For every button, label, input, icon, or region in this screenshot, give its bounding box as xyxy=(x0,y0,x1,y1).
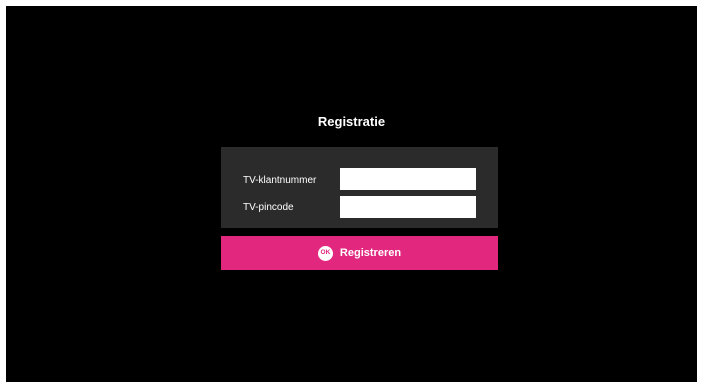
customer-number-label: TV-klantnummer xyxy=(243,175,317,186)
registration-form-panel: TV-klantnummer TV-pincode xyxy=(221,147,498,228)
pincode-label: TV-pincode xyxy=(243,202,294,213)
tv-screen: Registratie TV-klantnummer TV-pincode OK… xyxy=(6,6,697,382)
pincode-input[interactable] xyxy=(340,196,476,218)
register-button-label: Registreren xyxy=(339,247,402,259)
ok-key-icon: OK xyxy=(317,245,333,261)
customer-number-input[interactable] xyxy=(340,168,476,190)
register-button[interactable]: OK Registreren xyxy=(221,236,498,270)
dialog-title: Registratie xyxy=(317,114,386,129)
